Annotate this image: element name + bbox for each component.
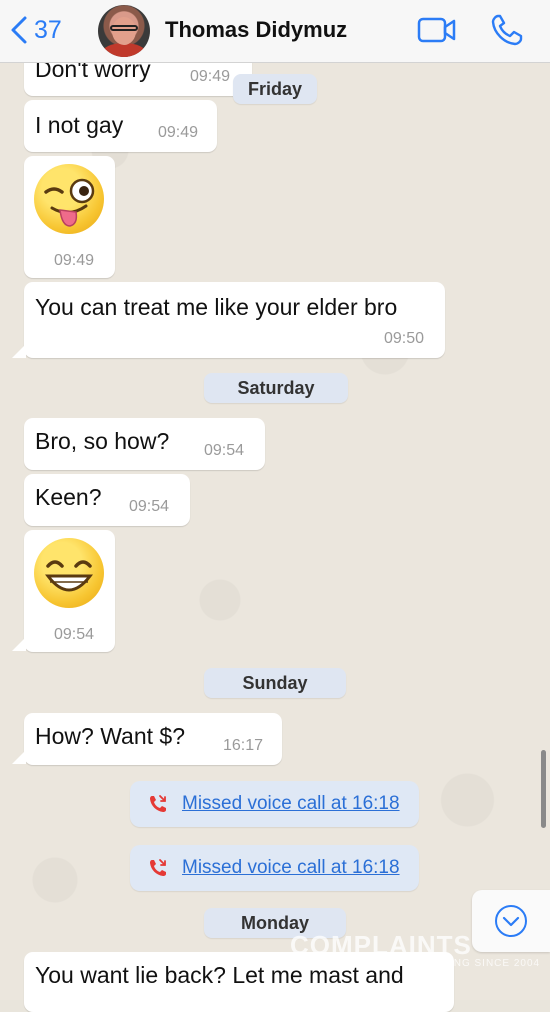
message-bubble[interactable]: I not gay 09:49 (24, 100, 217, 152)
back-button[interactable]: 37 (10, 12, 62, 48)
message-time: 09:54 (54, 626, 95, 643)
message-text: Bro, so how? (35, 428, 170, 454)
message-text: You can treat me like your elder bro (35, 294, 398, 320)
video-camera-icon (417, 17, 456, 43)
message-text: I not gay (35, 112, 124, 138)
missed-call-label: Missed voice call at 16:18 (182, 793, 400, 814)
message-text: How? Want $? (35, 723, 185, 749)
missed-call-notice[interactable]: Missed voice call at 16:18 (130, 845, 419, 891)
message-time: 09:54 (204, 442, 245, 459)
message-bubble[interactable]: You want lie back? Let me mast and (24, 952, 454, 1012)
voice-call-button[interactable] (490, 13, 524, 52)
missed-call-icon (150, 859, 166, 876)
scrollbar[interactable] (541, 750, 546, 828)
message-time: 09:49 (158, 124, 199, 141)
message-bubble[interactable]: Keen? 09:54 (24, 474, 190, 526)
message-bubble[interactable]: You can treat me like your elder bro 09:… (24, 282, 445, 358)
watermark-logo: COMPLAINTS (290, 930, 472, 960)
message-bubble[interactable]: How? Want $? 16:17 (24, 713, 282, 765)
message-bubble[interactable]: Bro, so how? 09:54 (24, 418, 265, 470)
phone-icon (491, 14, 523, 46)
chevron-down-circle-icon (495, 905, 527, 937)
emoji-message[interactable]: 09:49 (24, 156, 115, 278)
date-separator: Friday (233, 74, 317, 104)
emoji-message[interactable]: 09:54 (24, 530, 115, 652)
video-call-button[interactable] (417, 16, 457, 49)
date-separator: Sunday (204, 668, 346, 698)
watermark-tagline: SOLVING SINCE 2004 (420, 958, 541, 969)
chat-header: 37 Thomas Didymuz (0, 0, 550, 63)
unread-count: 37 (34, 15, 62, 44)
message-time: 09:50 (384, 330, 425, 347)
message-time: 09:49 (190, 68, 231, 85)
missed-call-icon (150, 795, 166, 812)
message-time: 16:17 (223, 737, 264, 754)
chevron-left-icon (11, 16, 27, 44)
contact-name[interactable]: Thomas Didymuz (165, 17, 347, 43)
date-separator: Saturday (204, 373, 348, 403)
message-text: You want lie back? Let me mast and (35, 962, 404, 988)
missed-call-notice[interactable]: Missed voice call at 16:18 (130, 781, 419, 827)
grin-emoji (34, 538, 104, 608)
message-time: 09:54 (129, 498, 170, 515)
scroll-to-bottom-button[interactable] (472, 890, 550, 952)
message-time: 09:49 (54, 252, 95, 269)
wink-tongue-emoji (34, 164, 104, 234)
message-text: Keen? (35, 484, 102, 510)
missed-call-label: Missed voice call at 16:18 (182, 857, 400, 878)
avatar[interactable] (98, 5, 150, 57)
